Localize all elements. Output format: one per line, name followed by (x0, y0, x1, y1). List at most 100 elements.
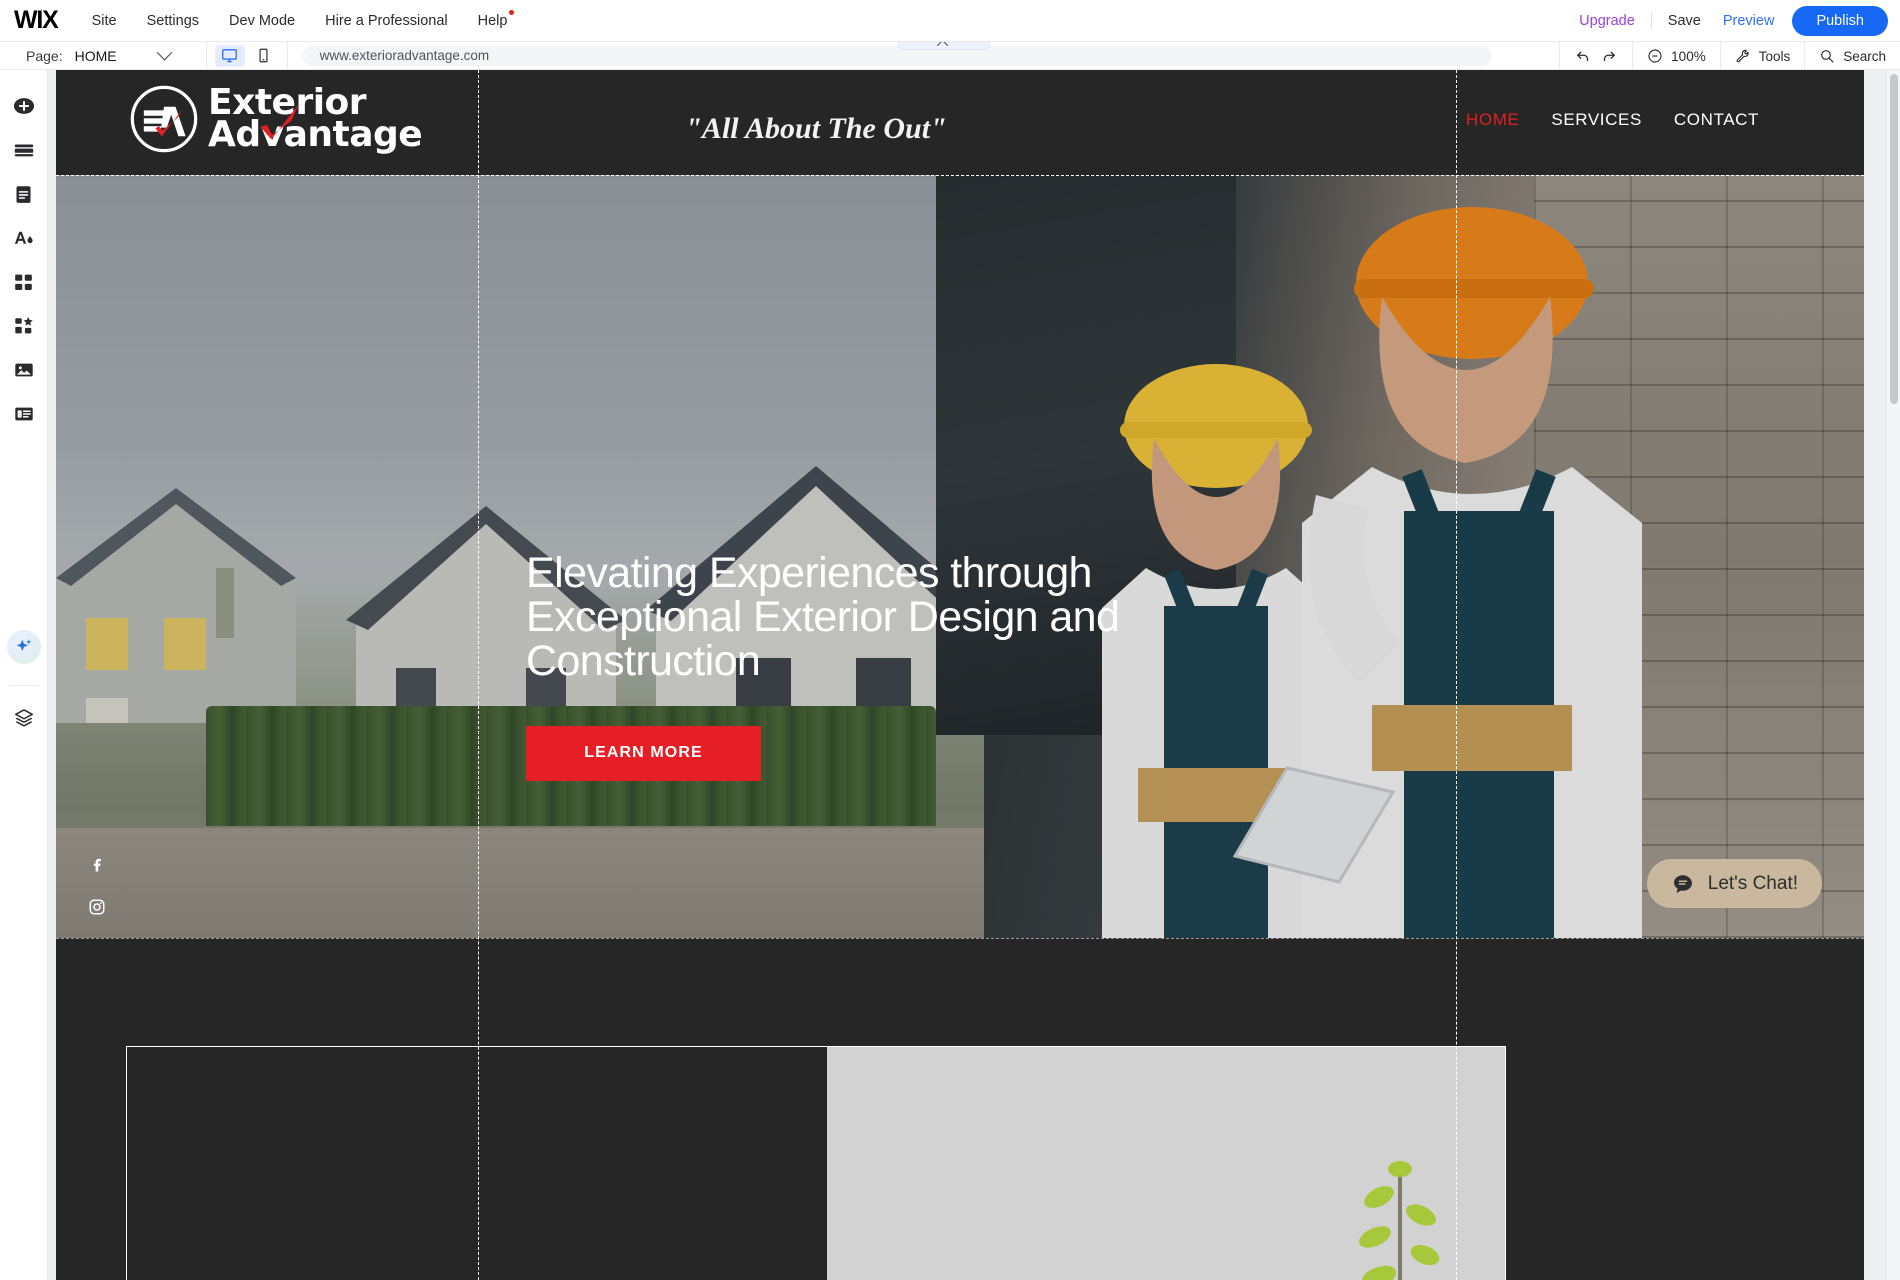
content-block-placeholder[interactable] (126, 1046, 1506, 1280)
mobile-view-icon (259, 48, 268, 63)
sidebar-divider (8, 685, 39, 686)
page-label: Page: (26, 47, 63, 64)
cms-icon (14, 407, 33, 421)
facebook-icon[interactable] (88, 855, 106, 873)
site-design-icon (14, 231, 33, 244)
site-navigation: HOME SERVICES CONTACT (1466, 110, 1759, 130)
instagram-icon[interactable] (88, 898, 106, 916)
upgrade-link[interactable]: Upgrade (1579, 13, 1635, 29)
apps-icon (15, 274, 32, 290)
wix-logo[interactable]: WIX (14, 6, 59, 35)
search-label: Search (1843, 48, 1886, 64)
preview-button[interactable]: Preview (1723, 13, 1775, 29)
undo-icon[interactable] (1574, 47, 1592, 65)
pages-icon (16, 185, 31, 203)
canvas-scrollbar[interactable] (1886, 70, 1900, 1280)
logo-line-2-text: Advantage (208, 114, 423, 155)
editor-tool-bar: Page: HOME www.exterioradvantage.com 100… (0, 34, 1900, 70)
chat-widget[interactable]: Let's Chat! (1646, 859, 1822, 908)
ea-circle-monogram-icon (130, 85, 198, 153)
add-elements-icon (13, 98, 34, 114)
content-block-right-image (827, 1047, 1505, 1280)
tools-label: Tools (1758, 48, 1791, 64)
desktop-view-button[interactable] (214, 44, 245, 67)
redo-icon[interactable] (1600, 47, 1618, 65)
toolbar-divider-2 (286, 41, 288, 70)
site-preview[interactable]: Exterior Advantage "All About The Out" H… (56, 70, 1864, 1280)
wrench-icon (1736, 49, 1749, 63)
publish-button[interactable]: Publish (1792, 6, 1888, 36)
add-apps-icon (14, 317, 33, 334)
menu-dev-mode-label: Dev Mode (229, 12, 296, 29)
zoom-group[interactable]: 100% (1632, 42, 1720, 70)
menu-site-label: Site (91, 12, 117, 29)
red-check-icon (260, 104, 299, 140)
nav-link-contact[interactable]: CONTACT (1674, 110, 1759, 130)
hero-heading: Elevating Experiences through Exceptiona… (526, 549, 1120, 685)
section-divider-hero (56, 938, 1864, 939)
site-header[interactable]: Exterior Advantage "All About The Out" H… (56, 70, 1864, 175)
save-button[interactable]: Save (1668, 13, 1701, 29)
content-block-left (127, 1047, 827, 1280)
menu-hire-a-professional[interactable]: Hire a Professional (325, 13, 448, 29)
viewport-toggle (207, 44, 287, 67)
nav-link-services[interactable]: SERVICES (1551, 110, 1641, 130)
tools-group[interactable]: Tools (1719, 42, 1805, 70)
section-divider-header (56, 175, 1864, 176)
chat-bubble-icon (1673, 874, 1692, 893)
menu-help[interactable]: Help (477, 9, 515, 29)
hero-content: Elevating Experiences through Exceptiona… (526, 549, 1226, 781)
media-icon (14, 363, 33, 377)
editor-top-bar: WIX Site Settings Dev Mode Hire a Profes… (0, 0, 1900, 42)
lower-section[interactable] (56, 938, 1864, 1280)
menu-settings[interactable]: Settings (147, 13, 199, 29)
nav-link-home[interactable]: HOME (1466, 110, 1519, 130)
editor-canvas[interactable]: Exterior Advantage "All About The Out" H… (48, 70, 1900, 1280)
sidebar-item-site-design[interactable] (0, 216, 48, 260)
sidebar-item-add-section[interactable] (0, 128, 48, 172)
sidebar-item-ai-assistant[interactable] (0, 619, 48, 675)
chevron-down-icon[interactable] (156, 44, 172, 61)
hero-section[interactable]: Elevating Experiences through Exceptiona… (56, 175, 1864, 938)
instagram-glyph (89, 899, 105, 915)
learn-more-button[interactable]: LEARN MORE (526, 725, 761, 781)
site-url-text: www.exterioradvantage.com (319, 48, 490, 63)
sparkle-icon (16, 639, 31, 651)
page-selector-value[interactable]: HOME (75, 48, 117, 64)
site-url-field[interactable]: www.exterioradvantage.com (301, 45, 1492, 66)
sidebar-item-media[interactable] (0, 348, 48, 392)
sidebar-item-pages[interactable] (0, 172, 48, 216)
site-logo-wordmark: Exterior Advantage (208, 84, 423, 153)
history-group (1559, 42, 1632, 70)
chat-widget-label: Let's Chat! (1707, 872, 1798, 894)
plant-illustration (1359, 1161, 1440, 1280)
search-group[interactable]: Search (1804, 42, 1900, 70)
sidebar-item-add-elements[interactable] (0, 84, 48, 128)
site-tagline: "All About The Out" (685, 112, 947, 145)
scrollbar-thumb[interactable] (1890, 74, 1898, 404)
ai-assistant-icon (6, 630, 41, 664)
toolbar-right-group: 100% Tools Search (1559, 42, 1900, 70)
social-links-rail (88, 855, 106, 938)
zoom-out-icon[interactable] (1647, 48, 1663, 64)
mobile-view-button[interactable] (249, 45, 279, 67)
zoom-level-label: 100% (1671, 48, 1706, 64)
top-bar-divider (1650, 12, 1652, 30)
menu-site[interactable]: Site (92, 13, 117, 29)
logo-line-2: Advantage (208, 104, 423, 153)
sidebar-item-layers[interactable] (0, 696, 48, 740)
menu-settings-label: Settings (146, 12, 200, 29)
sidebar-item-cms[interactable] (0, 392, 48, 436)
help-notification-badge-icon (509, 9, 515, 15)
menu-dev-mode[interactable]: Dev Mode (229, 13, 295, 29)
menu-hire-label: Hire a Professional (325, 12, 448, 29)
top-bar-actions: Upgrade Save Preview Publish (1579, 0, 1900, 42)
menu-help-label: Help (477, 12, 508, 29)
desktop-view-icon (222, 49, 237, 63)
editor-left-sidebar (0, 70, 48, 1280)
layers-icon (14, 709, 33, 727)
site-logo[interactable]: Exterior Advantage (128, 83, 423, 155)
sidebar-item-apps[interactable] (0, 260, 48, 304)
sidebar-item-add-apps[interactable] (0, 304, 48, 348)
facebook-glyph (94, 858, 101, 872)
